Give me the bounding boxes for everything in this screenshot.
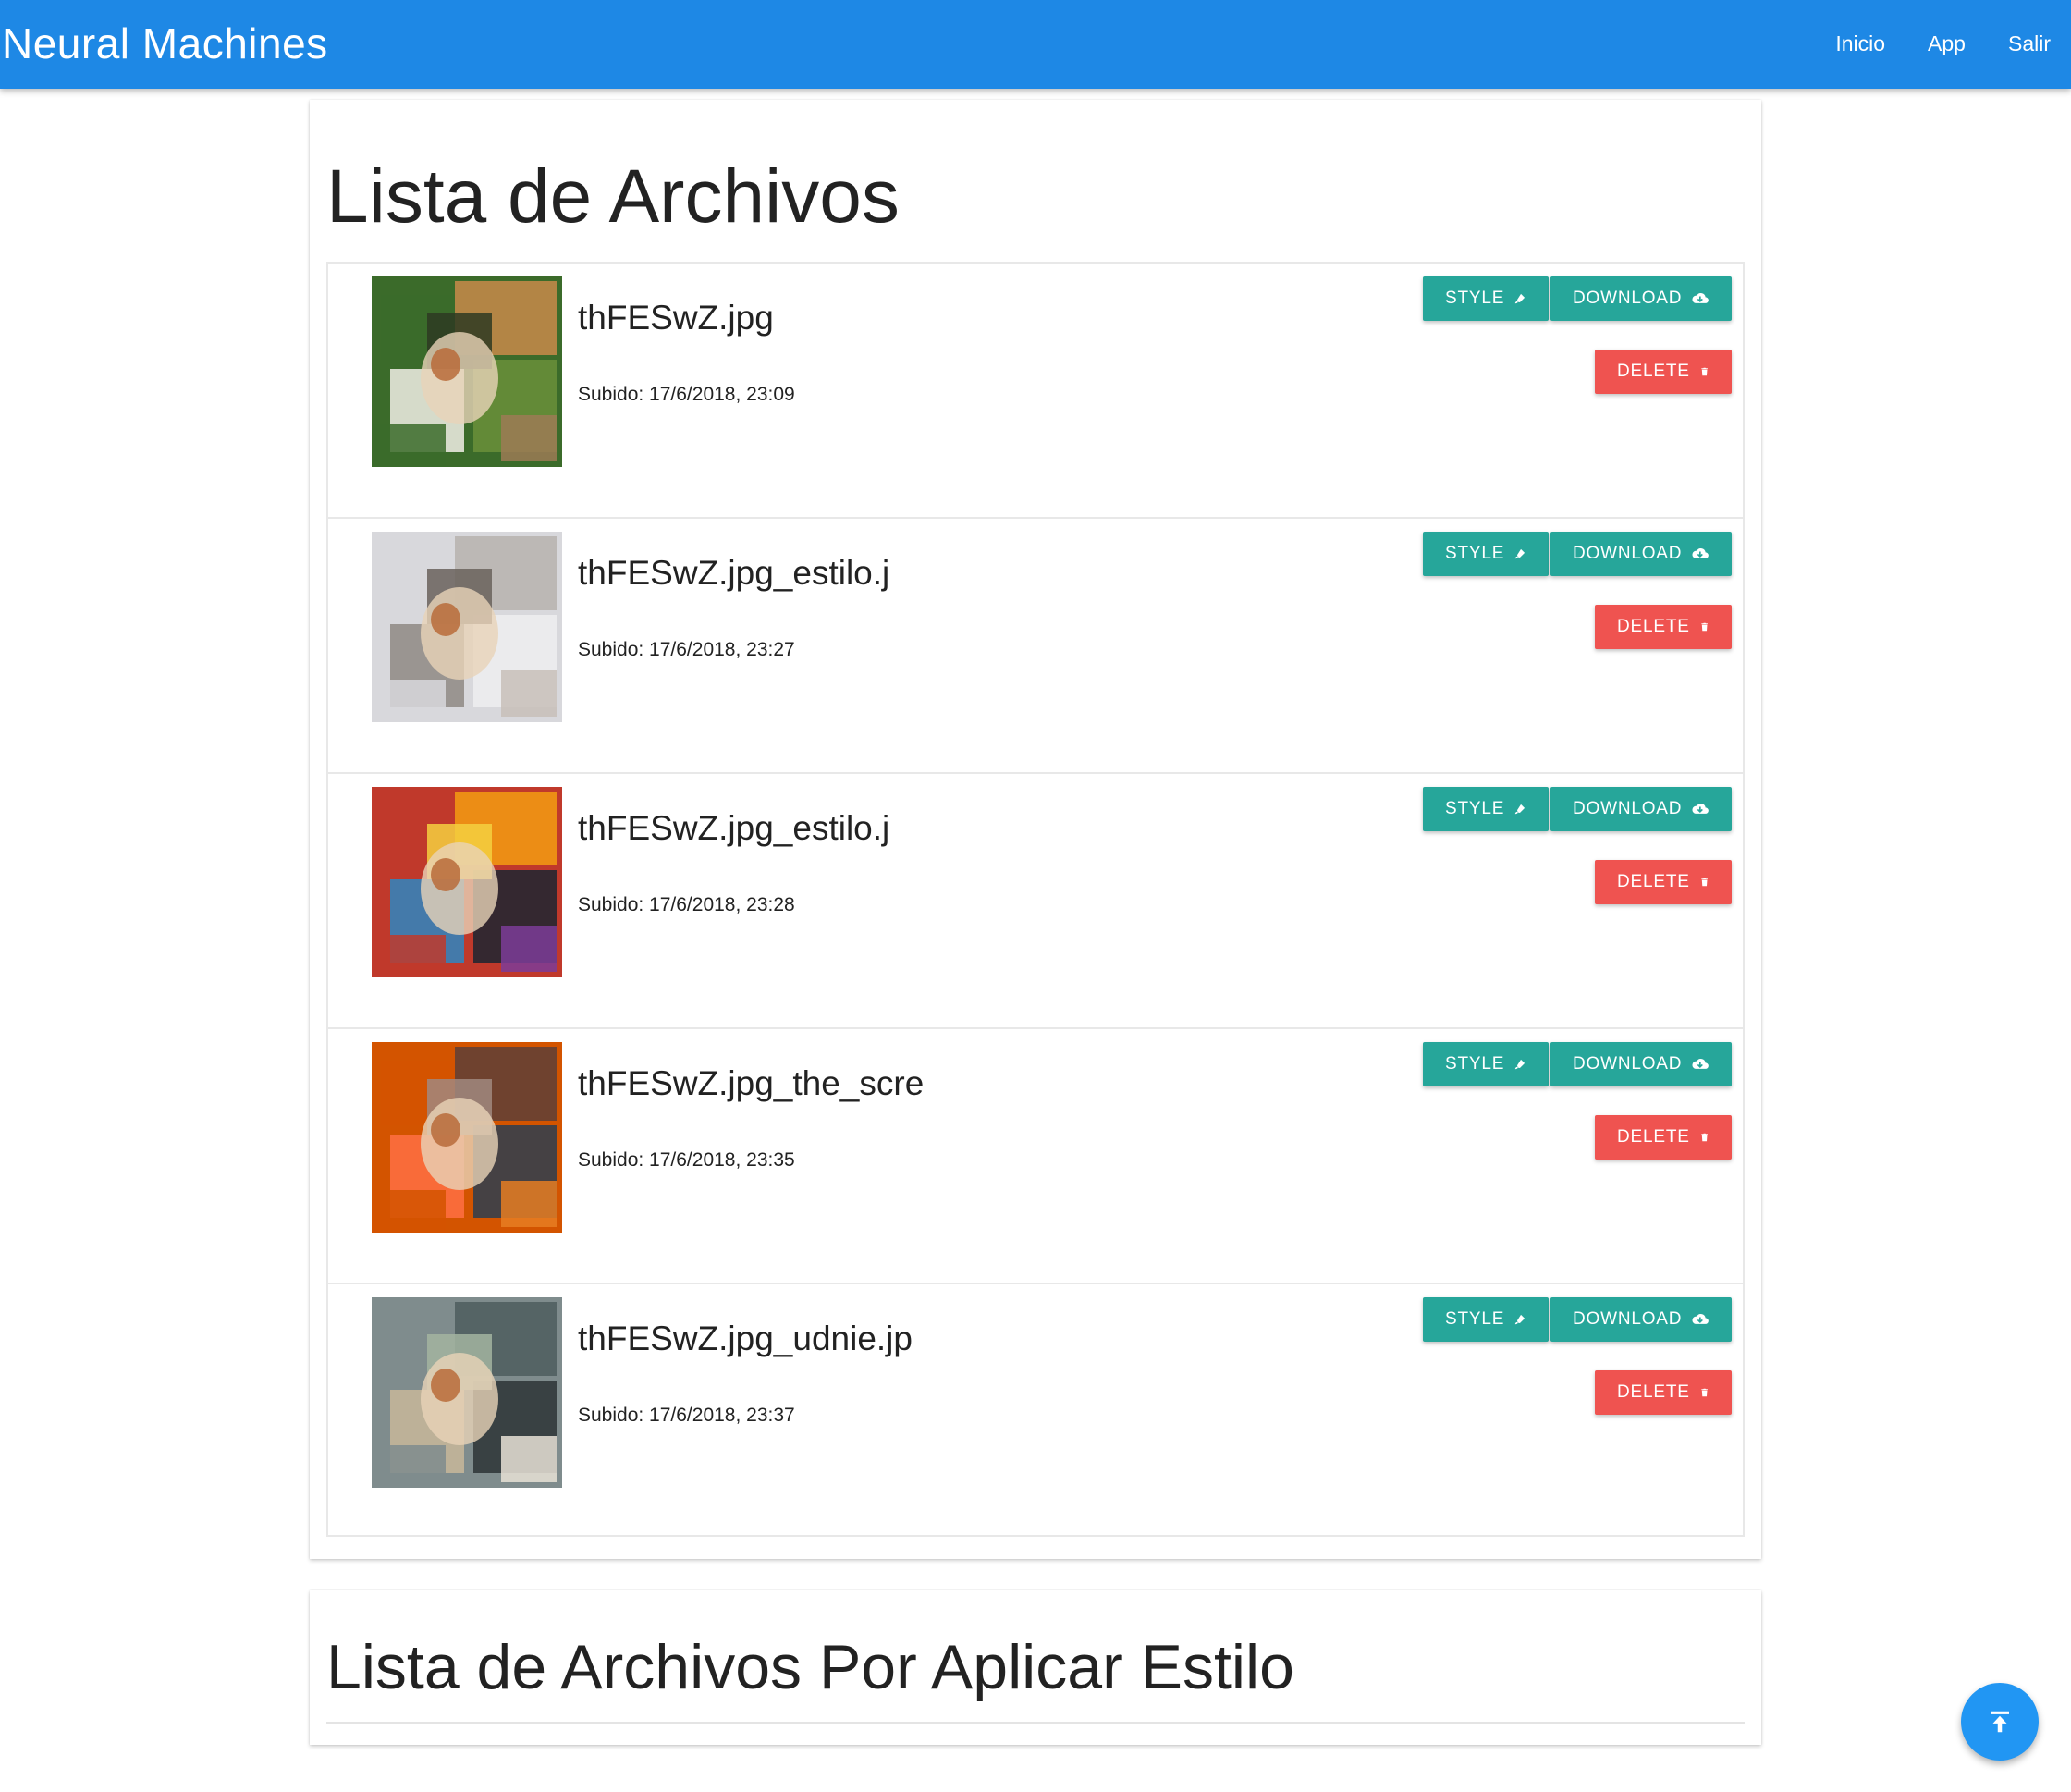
download-button-label: DOWNLOAD — [1573, 544, 1683, 563]
file-thumbnail — [372, 1297, 562, 1488]
download-button-label: DOWNLOAD — [1573, 799, 1683, 818]
delete-button-label: DELETE — [1617, 872, 1690, 891]
file-list: thFESwZ.jpg Subido: 17/6/2018, 23:09 STY… — [326, 262, 1745, 1537]
brush-icon — [1514, 548, 1526, 559]
brand-logo[interactable]: Neural Machines — [2, 18, 328, 68]
thumbnail-image — [372, 1297, 562, 1488]
cloud-download-icon — [1692, 804, 1709, 814]
file-name: thFESwZ.jpg_the_scre — [578, 1064, 925, 1102]
file-thumbnail — [372, 276, 562, 467]
divider — [326, 1722, 1745, 1724]
cloud-download-icon — [1692, 548, 1709, 558]
scroll-to-top-button[interactable] — [1961, 1683, 2039, 1761]
delete-button[interactable]: DELETE — [1595, 350, 1732, 394]
thumbnail-image — [372, 276, 562, 467]
download-button[interactable]: DOWNLOAD — [1550, 787, 1732, 831]
pending-files-card: Lista de Archivos Por Aplicar Estilo — [310, 1590, 1761, 1745]
brush-icon — [1514, 293, 1526, 304]
delete-button-label: DELETE — [1617, 1382, 1690, 1402]
download-button-label: DOWNLOAD — [1573, 1054, 1683, 1074]
delete-button[interactable]: DELETE — [1595, 1370, 1732, 1415]
trash-icon — [1701, 1133, 1708, 1142]
cloud-download-icon — [1692, 1059, 1709, 1069]
thumbnail-image — [372, 1042, 562, 1233]
vertical-align-top-icon — [1991, 1711, 2009, 1733]
style-button-label: STYLE — [1445, 288, 1505, 308]
delete-button[interactable]: DELETE — [1595, 605, 1732, 649]
file-upload-date: Subido: 17/6/2018, 23:09 — [578, 384, 795, 405]
style-button[interactable]: STYLE — [1423, 276, 1549, 321]
delete-button-label: DELETE — [1617, 617, 1690, 636]
file-thumbnail — [372, 532, 562, 722]
style-button-label: STYLE — [1445, 1309, 1505, 1329]
delete-button-label: DELETE — [1617, 1127, 1690, 1147]
trash-icon — [1701, 878, 1708, 887]
style-button[interactable]: STYLE — [1423, 1297, 1549, 1342]
download-button-label: DOWNLOAD — [1573, 1309, 1683, 1329]
pending-section-title: Lista de Archivos Por Aplicar Estilo — [326, 1632, 1294, 1702]
files-section-title: Lista de Archivos — [326, 154, 900, 239]
nav-link-app[interactable]: App — [1928, 31, 1966, 56]
style-button[interactable]: STYLE — [1423, 532, 1549, 576]
file-thumbnail — [372, 1042, 562, 1233]
nav-link-salir[interactable]: Salir — [2008, 31, 2051, 56]
thumbnail-image — [372, 787, 562, 977]
nav-link-inicio[interactable]: Inicio — [1835, 31, 1885, 56]
download-button-label: DOWNLOAD — [1573, 288, 1683, 308]
download-button[interactable]: DOWNLOAD — [1550, 276, 1732, 321]
delete-button[interactable]: DELETE — [1595, 1115, 1732, 1160]
file-name: thFESwZ.jpg_estilo.j — [578, 809, 890, 847]
style-button-label: STYLE — [1445, 1054, 1505, 1074]
cloud-download-icon — [1692, 1314, 1709, 1324]
file-name: thFESwZ.jpg — [578, 299, 774, 337]
file-list-item: thFESwZ.jpg Subido: 17/6/2018, 23:09 STY… — [328, 264, 1743, 519]
style-button-label: STYLE — [1445, 799, 1505, 818]
file-thumbnail — [372, 787, 562, 977]
style-button[interactable]: STYLE — [1423, 1042, 1549, 1086]
brush-icon — [1514, 804, 1526, 815]
file-list-item: thFESwZ.jpg_estilo.j Subido: 17/6/2018, … — [328, 519, 1743, 774]
delete-button-label: DELETE — [1617, 362, 1690, 381]
cloud-download-icon — [1692, 293, 1709, 303]
delete-button[interactable]: DELETE — [1595, 860, 1732, 904]
style-button-label: STYLE — [1445, 544, 1505, 563]
trash-icon — [1701, 622, 1708, 632]
file-upload-date: Subido: 17/6/2018, 23:27 — [578, 639, 795, 660]
top-navbar: Neural Machines Inicio App Salir — [0, 0, 2071, 89]
file-list-item: thFESwZ.jpg_estilo.j Subido: 17/6/2018, … — [328, 774, 1743, 1029]
thumbnail-image — [372, 532, 562, 722]
file-upload-date: Subido: 17/6/2018, 23:28 — [578, 894, 795, 915]
trash-icon — [1701, 367, 1708, 376]
file-list-item: thFESwZ.jpg_udnie.jp Subido: 17/6/2018, … — [328, 1284, 1743, 1540]
brush-icon — [1514, 1059, 1526, 1070]
brush-icon — [1514, 1314, 1526, 1325]
download-button[interactable]: DOWNLOAD — [1550, 1297, 1732, 1342]
download-button[interactable]: DOWNLOAD — [1550, 532, 1732, 576]
download-button[interactable]: DOWNLOAD — [1550, 1042, 1732, 1086]
file-name: thFESwZ.jpg_udnie.jp — [578, 1319, 913, 1357]
files-card: Lista de Archivos thFESwZ.jpg Subido: 17… — [310, 100, 1761, 1559]
style-button[interactable]: STYLE — [1423, 787, 1549, 831]
file-upload-date: Subido: 17/6/2018, 23:37 — [578, 1405, 795, 1426]
file-list-item: thFESwZ.jpg_the_scre Subido: 17/6/2018, … — [328, 1029, 1743, 1284]
file-upload-date: Subido: 17/6/2018, 23:35 — [578, 1149, 795, 1171]
nav-links: Inicio App Salir — [1835, 31, 2051, 56]
file-name: thFESwZ.jpg_estilo.j — [578, 554, 890, 592]
trash-icon — [1701, 1388, 1708, 1397]
